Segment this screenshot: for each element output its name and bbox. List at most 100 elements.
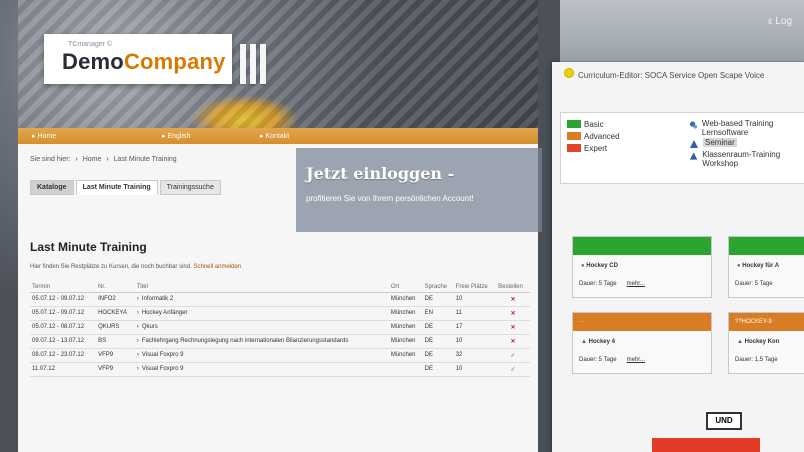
- cell-titel[interactable]: › Hockey Anfänger: [134, 306, 389, 321]
- cell-titel[interactable]: › Qkurs: [134, 320, 389, 335]
- col-sprache: Sprache: [422, 282, 454, 293]
- logo-prefix: Demo: [62, 49, 124, 74]
- order-full-icon[interactable]: ✕: [496, 292, 530, 307]
- table-row[interactable]: 05.07.12 - 09.07.12 HOCKEYA › Hockey Anfä…: [30, 306, 530, 321]
- cell-plaetze: 32: [453, 348, 497, 363]
- top-nav: ▸ Home ▸ English ▸ Kontakt: [18, 128, 538, 144]
- node-header: ??HOCKEY-9: [729, 313, 804, 331]
- cell-sprache: DE: [422, 334, 454, 349]
- bottom-node-strip[interactable]: [652, 438, 760, 452]
- cell-ort: München: [388, 320, 423, 335]
- course-node-hockey-kon[interactable]: ??HOCKEY-9 ▲ Hockey Kon Dauer: 1,5 Tage: [728, 312, 804, 374]
- order-full-icon[interactable]: ✕: [496, 320, 530, 335]
- legend-level-basic: Basic: [567, 119, 620, 129]
- breadcrumb: Sie sind hier: › Home › Last Minute Trai…: [30, 156, 177, 163]
- order-available-icon[interactable]: ✓: [496, 362, 530, 377]
- cell-nr: INFO2: [96, 292, 135, 307]
- table-row[interactable]: 09.07.12 - 13.07.12 BS › Fachlehrgang Rec…: [30, 334, 530, 349]
- legend: Basic Advanced Expert Web-based Training…: [560, 112, 804, 184]
- cell-ort: [388, 362, 423, 377]
- col-termin: Termin: [30, 282, 97, 293]
- cell-plaetze: 10: [453, 362, 497, 377]
- table-row[interactable]: 08.07.12 - 23.07.12 VFP9 › Visual Foxpro …: [30, 348, 530, 363]
- legend-levels: Basic Advanced Expert: [567, 119, 620, 155]
- logo-main-text: DemoCompany: [62, 49, 226, 75]
- col-titel: Titel: [134, 282, 389, 293]
- chevron-right-icon: ›: [136, 310, 139, 316]
- cell-titel[interactable]: › Informatik 2: [134, 292, 389, 307]
- cell-termin: 09.07.12 - 13.07.12: [30, 334, 97, 349]
- tab-kataloge[interactable]: Kataloge: [30, 180, 74, 195]
- wbt-icon: [689, 121, 698, 129]
- chevron-right-icon: ›: [136, 296, 139, 302]
- col-ort: Ort: [388, 282, 423, 293]
- chevron-right-icon: ›: [136, 338, 139, 344]
- logo-suffix: Company: [123, 49, 226, 74]
- cell-ort: München: [388, 292, 423, 307]
- cell-ort: München: [388, 334, 423, 349]
- cell-ort: München: [388, 348, 423, 363]
- cell-titel[interactable]: › Fachlehrgang Rechnungslegung nach inter…: [134, 334, 389, 349]
- breadcrumb-current: Last Minute Training: [113, 156, 177, 163]
- cell-titel[interactable]: › Visual Foxpro 9: [134, 362, 389, 377]
- login-overlay[interactable]: Jetzt einloggen - profitieren Sie von Ih…: [296, 148, 542, 232]
- order-full-icon[interactable]: ✕: [496, 334, 530, 349]
- tab-last-minute-training[interactable]: Last Minute Training: [75, 180, 158, 195]
- table-row[interactable]: 11.07.12 VFP9 › Visual Foxpro 9 DE 10 ✓: [30, 362, 530, 377]
- logo-small-text: TCmanager ©: [68, 41, 113, 48]
- tab-trainingssuche[interactable]: Trainingssuche: [159, 180, 221, 195]
- cell-sprache: DE: [422, 362, 454, 377]
- chevron-right-icon: ›: [75, 156, 78, 163]
- cell-sprache: DE: [422, 292, 454, 307]
- logo-pillars: [240, 44, 266, 84]
- nav-home[interactable]: ▸ Home: [32, 132, 56, 140]
- course-node-hockey-4[interactable]: ··· ▲ Hockey 4 Dauer: 5 Tage mehr...: [572, 312, 712, 374]
- cell-plaetze: 10: [453, 334, 497, 349]
- chevron-right-icon: ›: [136, 352, 139, 358]
- node-header: [573, 237, 711, 255]
- cell-nr: QKURS: [96, 320, 135, 335]
- breadcrumb-home[interactable]: Home: [83, 156, 102, 163]
- node-duration: Dauer: 5 Tage mehr...: [579, 357, 645, 363]
- course-node-hockey-fuer-a[interactable]: ● Hockey für A Dauer: 5 Tage: [728, 236, 804, 298]
- cell-termin: 05.07.12 - 08.07.12: [30, 320, 97, 335]
- cell-sprache: EN: [422, 306, 454, 321]
- cell-plaetze: 10: [453, 292, 497, 307]
- page-title: Last Minute Training: [30, 240, 147, 254]
- cell-termin: 08.07.12 - 23.07.12: [30, 348, 97, 363]
- nav-english[interactable]: ▸ English: [162, 132, 190, 140]
- node-title: ▲ Hockey Kon: [737, 339, 780, 345]
- cell-nr: VFP9: [96, 348, 135, 363]
- cell-ort: München: [388, 306, 423, 321]
- cell-titel[interactable]: › Visual Foxpro 9: [134, 348, 389, 363]
- website-frame: TCmanager © DemoCompany ▸ Home ▸ English…: [18, 0, 542, 452]
- legend-type-wbt: Web-based Training Lernsoftware: [689, 119, 804, 137]
- cell-plaetze: 17: [453, 320, 497, 335]
- chevron-right-icon: ›: [136, 324, 139, 330]
- overlay-title[interactable]: Jetzt einloggen -: [306, 164, 454, 183]
- legend-types: Web-based Training Lernsoftware Seminar …: [689, 119, 804, 169]
- order-full-icon[interactable]: ✕: [496, 306, 530, 321]
- node-duration: Dauer: 1,5 Tage: [735, 357, 778, 363]
- node-duration: Dauer: 5 Tage mehr...: [579, 281, 645, 287]
- order-available-icon[interactable]: ✓: [496, 348, 530, 363]
- table-row[interactable]: 05.07.12 - 09.07.12 INFO2 › Informatik 2 …: [30, 292, 530, 307]
- col-bestellen: Bestellen: [496, 282, 530, 293]
- smiley-icon: [564, 68, 574, 78]
- more-link[interactable]: mehr...: [627, 281, 645, 287]
- company-logo[interactable]: TCmanager © DemoCompany: [44, 34, 232, 84]
- legend-level-expert: Expert: [567, 143, 620, 153]
- nav-contact[interactable]: ▸ Kontakt: [260, 132, 289, 140]
- panel-title: Curriculum-Editor: SOCA Service Open Sca…: [564, 68, 764, 80]
- quick-register-link[interactable]: Schnell anmelden: [193, 264, 241, 270]
- advanced-swatch: [567, 132, 581, 140]
- chevron-right-icon: ›: [106, 156, 109, 163]
- course-node-hockey-cd[interactable]: ● Hockey CD Dauer: 5 Tage mehr...: [572, 236, 712, 298]
- table-row[interactable]: 05.07.12 - 08.07.12 QKURS › Qkurs München…: [30, 320, 530, 335]
- und-operator: UND: [706, 412, 742, 430]
- more-link[interactable]: mehr...: [627, 357, 645, 363]
- expert-swatch: [567, 144, 581, 152]
- basic-swatch: [567, 120, 581, 128]
- chevron-right-icon: ›: [136, 366, 139, 372]
- tab-bar: Kataloge Last Minute Training Trainingss…: [30, 180, 221, 195]
